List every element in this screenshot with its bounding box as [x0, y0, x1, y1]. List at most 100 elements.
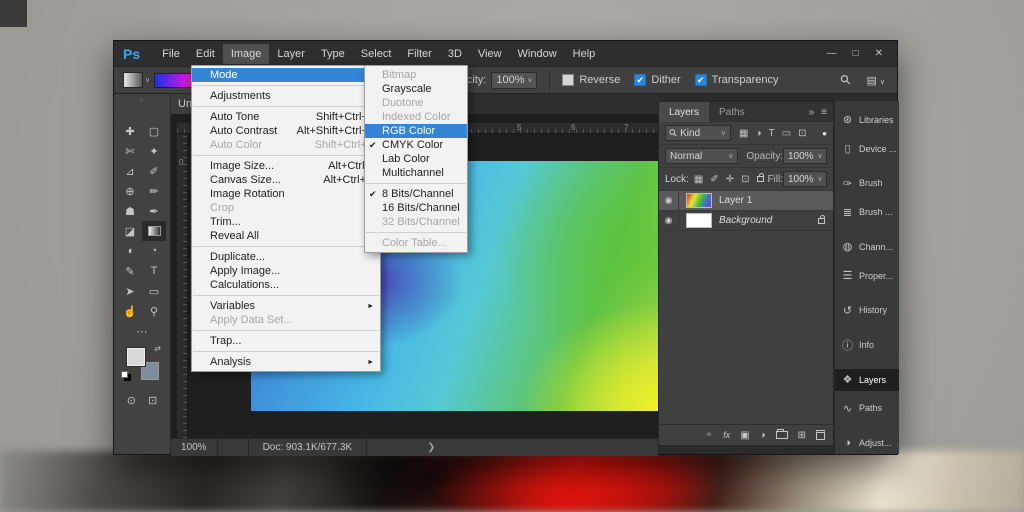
- menu-item-reveal-all[interactable]: Reveal All: [192, 229, 380, 243]
- lock-position-icon[interactable]: ✛: [726, 174, 734, 185]
- submenu-item-lab-color[interactable]: Lab Color: [365, 152, 467, 166]
- screen-mode-icon[interactable]: ⊡: [148, 394, 157, 407]
- search-icon[interactable]: ⚲: [837, 71, 855, 89]
- status-menu-arrow-icon[interactable]: ❯: [427, 442, 435, 453]
- submenu-item-grayscale[interactable]: Grayscale: [365, 82, 467, 96]
- fill-dropdown[interactable]: 100% ∨: [783, 171, 827, 187]
- layer-row-background[interactable]: ◉ Background: [659, 211, 833, 231]
- marquee-tool[interactable]: ▢: [142, 121, 166, 141]
- dock-channels[interactable]: ◍ Chann...: [835, 236, 899, 258]
- lock-all-icon[interactable]: [757, 176, 764, 182]
- dodge-tool[interactable]: ◔: [142, 241, 166, 261]
- layer-thumbnail[interactable]: [686, 213, 712, 228]
- submenu-item-rgb-color[interactable]: RGB Color: [365, 124, 467, 138]
- menu-item-canvas-size[interactable]: Canvas Size... Alt+Ctrl+C: [192, 173, 380, 187]
- eraser-tool[interactable]: ◪: [118, 221, 142, 241]
- filter-adjustment-icon[interactable]: ◑: [755, 128, 761, 139]
- filter-toggle-icon[interactable]: ●: [822, 129, 827, 138]
- shape-tool[interactable]: ▭: [142, 281, 166, 301]
- menu-item-adjustments[interactable]: Adjustments ►: [192, 89, 380, 103]
- menu-type[interactable]: Type: [313, 44, 353, 64]
- reverse-checkbox[interactable]: [562, 74, 574, 86]
- menu-item-auto-contrast[interactable]: Auto Contrast Alt+Shift+Ctrl+L: [192, 124, 380, 138]
- filter-shape-icon[interactable]: ▭: [782, 128, 791, 139]
- menu-select[interactable]: Select: [353, 44, 400, 64]
- layer-name[interactable]: Background: [719, 215, 818, 226]
- dock-brush[interactable]: ✑ Brush: [835, 172, 899, 194]
- brush-tool[interactable]: ✏: [142, 181, 166, 201]
- menu-view[interactable]: View: [470, 44, 510, 64]
- close-icon[interactable]: ✕: [875, 48, 883, 59]
- dock-adjustments[interactable]: ◑ Adjust...: [835, 432, 899, 454]
- submenu-item-8-bits[interactable]: ✔8 Bits/Channel: [365, 187, 467, 201]
- filter-type-icon[interactable]: T: [769, 128, 775, 139]
- pen-tool[interactable]: ✎: [118, 261, 142, 281]
- menu-item-variables[interactable]: Variables ►: [192, 299, 380, 313]
- dither-checkbox[interactable]: ✔: [634, 74, 646, 86]
- menu-image[interactable]: Image: [223, 44, 270, 64]
- kind-filter-dropdown[interactable]: ⚲ Kind ∨: [665, 125, 731, 141]
- zoom-level-field[interactable]: 100%: [171, 439, 218, 456]
- zoom-tool[interactable]: ⚲: [142, 301, 166, 321]
- menu-help[interactable]: Help: [565, 44, 604, 64]
- menu-item-image-rotation[interactable]: Image Rotation ►: [192, 187, 380, 201]
- layer-name[interactable]: Layer 1: [719, 195, 833, 206]
- layer-row-layer-1[interactable]: ◉ Layer 1: [659, 191, 833, 211]
- panel-grip[interactable]: ⁘: [114, 94, 170, 105]
- lock-transparent-icon[interactable]: ▦: [694, 174, 703, 185]
- more-tools-icon[interactable]: ⋯: [114, 325, 170, 338]
- menu-window[interactable]: Window: [510, 44, 565, 64]
- new-layer-icon[interactable]: ⊞: [798, 430, 806, 441]
- type-tool[interactable]: T: [142, 261, 166, 281]
- move-tool[interactable]: ✚: [118, 121, 142, 141]
- dock-layers[interactable]: ❖ Layers: [835, 369, 899, 391]
- default-colors-icon[interactable]: [121, 371, 128, 378]
- collapse-panel-icon[interactable]: »: [809, 107, 815, 118]
- blur-tool[interactable]: ◖: [118, 241, 142, 261]
- workspace-switcher[interactable]: ▤∨: [866, 74, 885, 87]
- tab-layers[interactable]: Layers: [659, 102, 709, 122]
- path-select-tool[interactable]: ➤: [118, 281, 142, 301]
- submenu-item-multichannel[interactable]: Multichannel: [365, 166, 467, 180]
- dock-libraries[interactable]: ⊛ Libraries: [835, 109, 899, 131]
- filter-smart-icon[interactable]: ⊡: [798, 128, 806, 139]
- crop-tool[interactable]: ⊿: [118, 161, 142, 181]
- dock-properties[interactable]: ☰ Proper...: [835, 265, 899, 287]
- tab-paths[interactable]: Paths: [709, 102, 755, 122]
- opacity-dropdown[interactable]: 100% ∨: [491, 72, 537, 89]
- foreground-color-swatch[interactable]: [127, 348, 145, 366]
- lock-pixels-icon[interactable]: ✐: [710, 174, 718, 185]
- adjustment-layer-icon[interactable]: ◑: [760, 430, 766, 441]
- menu-layer[interactable]: Layer: [269, 44, 313, 64]
- dock-history[interactable]: ↺ History: [835, 299, 899, 321]
- hand-tool[interactable]: ☝: [118, 301, 142, 321]
- filter-pixel-icon[interactable]: ▦: [739, 128, 748, 139]
- tool-preset-icon[interactable]: [123, 72, 143, 88]
- menu-item-duplicate[interactable]: Duplicate...: [192, 250, 380, 264]
- menu-item-analysis[interactable]: Analysis ►: [192, 355, 380, 369]
- layer-thumbnail[interactable]: [686, 193, 712, 208]
- transparency-checkbox[interactable]: ✔: [695, 74, 707, 86]
- new-group-icon[interactable]: [776, 431, 788, 439]
- maximize-icon[interactable]: □: [853, 48, 859, 59]
- blend-mode-dropdown[interactable]: Normal ∨: [665, 148, 738, 164]
- color-swatches[interactable]: ⇄: [125, 346, 159, 380]
- swap-colors-icon[interactable]: ⇄: [154, 344, 161, 353]
- dock-info[interactable]: ⓘ Info: [835, 334, 899, 356]
- dock-paths[interactable]: ∿ Paths: [835, 398, 899, 420]
- quick-mask-icon[interactable]: ⊙: [127, 394, 136, 407]
- menu-item-trim[interactable]: Trim...: [192, 215, 380, 229]
- lock-artboard-icon[interactable]: ⊡: [741, 174, 749, 185]
- layer-opacity-dropdown[interactable]: 100% ∨: [783, 148, 827, 164]
- dock-device-preview[interactable]: ▯ Device ...: [835, 138, 899, 160]
- eyedropper-tool[interactable]: ✐: [142, 161, 166, 181]
- gradient-tool[interactable]: [142, 221, 166, 241]
- panel-menu-icon[interactable]: ≡: [821, 107, 827, 118]
- minimize-icon[interactable]: —: [827, 48, 837, 59]
- menu-edit[interactable]: Edit: [188, 44, 223, 64]
- chevron-down-icon[interactable]: ∨: [145, 76, 150, 84]
- menu-item-auto-tone[interactable]: Auto Tone Shift+Ctrl+L: [192, 110, 380, 124]
- lasso-tool[interactable]: ✄: [118, 141, 142, 161]
- menu-item-image-size[interactable]: Image Size... Alt+Ctrl+I: [192, 159, 380, 173]
- layer-style-icon[interactable]: fx: [723, 430, 730, 440]
